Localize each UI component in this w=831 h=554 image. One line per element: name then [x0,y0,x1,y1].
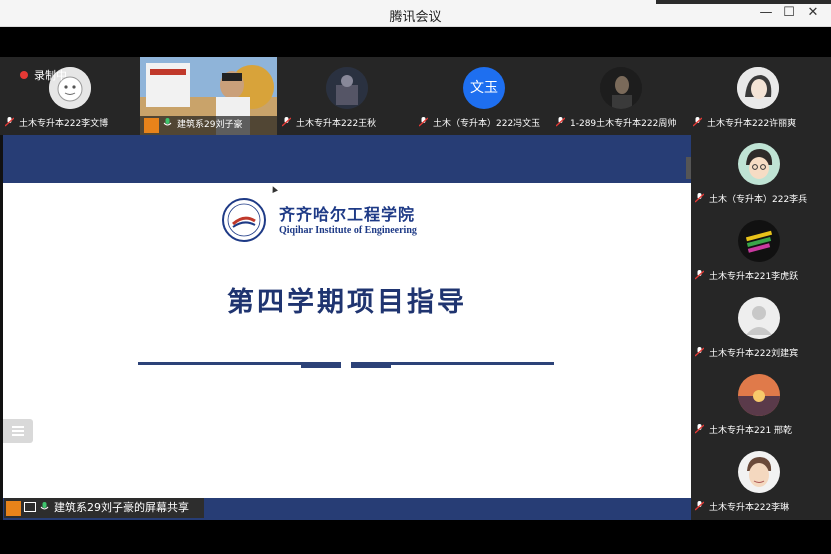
initials-avatar-icon: 文玉 [463,67,505,109]
participant-name: 土木专升本222许丽爽 [693,116,827,133]
participant-name: 土木专升本221 邢乾 [695,423,829,440]
slide-divider-block [301,362,341,368]
participant-name: 土木专升本222刘建宾 [695,346,829,363]
window-title: 腾讯会议 [389,10,442,25]
screen-share-icon [24,502,36,512]
participant-strip-right: 土木（专升本）222李兵 土木专升本221李虎跃 土木专升本222刘建宾 土木专… [691,135,831,520]
participant-name: 土木专升本222李琳 [695,500,829,517]
recording-label: 录制中 [34,69,67,82]
cartoon-boy-avatar-icon [738,143,780,185]
record-dot-icon [20,71,28,79]
mic-muted-icon [5,117,14,127]
mic-muted-icon [695,347,704,357]
participant-tile[interactable]: 土木专升本222刘建宾 [691,289,831,366]
bottom-control-band [0,520,831,554]
title-bar-edge [656,0,831,4]
participant-name: 土木（专升本）222李兵 [695,192,829,209]
school-logo-icon [222,198,266,242]
participant-name: 1-289土木专升本222周帅 [556,116,685,133]
participant-name: 土木专升本222王秋 [282,116,411,133]
toolbar-band [0,27,831,57]
participant-tile[interactable]: 土木（专升本）222李兵 [691,135,831,212]
mic-muted-icon [695,501,704,511]
participant-tile[interactable]: 土木专升本221 邢乾 [691,366,831,443]
dark-photo-avatar-icon [326,67,368,109]
mic-muted-icon [695,270,704,280]
cartoon-face-avatar-icon [738,451,780,493]
slide-header-bar [3,135,691,183]
slide-title: 第四学期项目指导 [227,287,467,318]
mic-muted-icon [556,117,565,127]
window-title-bar: 腾讯会议 — ☐ ✕ [0,0,831,27]
maximize-icon[interactable]: ☐ [781,6,797,20]
colorful-avatar-icon [738,220,780,262]
participant-tile[interactable]: 土木专升本222李琳 [691,443,831,520]
participant-tile[interactable]: 文玉 土木（专升本）222冯文玉 [415,57,552,135]
close-icon[interactable]: ✕ [805,6,821,20]
shared-screen[interactable]: 齐齐哈尔工程学院 Qiqihar Institute of Engineerin… [0,135,691,520]
screen-share-label[interactable]: 建筑系29刘子豪的屏幕共享 [4,498,204,518]
participant-name: 建筑系29刘子豪 [140,116,277,135]
participant-tile[interactable]: 土木专升本221李虎跃 [691,212,831,289]
slide-divider-block [351,362,391,368]
participant-name: 土木专升本222李文博 [5,116,134,133]
minimize-icon[interactable]: — [758,6,774,20]
participant-tile[interactable]: 土木专升本222许丽爽 [689,57,831,135]
mic-muted-icon [695,424,704,434]
mic-active-icon [163,118,172,126]
recording-indicator[interactable]: 录制中 [20,67,67,83]
slide-divider-line [391,362,554,365]
mic-active-icon [40,502,49,510]
mouse-cursor-icon [270,185,278,193]
dark-photo-avatar-icon [600,67,642,109]
mic-muted-icon [693,117,702,127]
mic-muted-icon [695,193,704,203]
menu-lines-icon [12,426,24,428]
school-name-english: Qiqihar Institute of Engineering [279,225,417,236]
participant-tile[interactable]: 1-289土木专升本222周帅 [552,57,689,135]
participant-strip-top: 录制中 土木专升本222李文博 建筑系29刘子豪 土木专升本222王秋 文玉 土 [0,57,831,135]
mic-muted-icon [419,117,428,127]
school-name-chinese: 齐齐哈尔工程学院 [279,205,416,224]
participant-name: 土木（专升本）222冯文玉 [419,116,548,133]
host-badge-icon [6,501,21,516]
host-badge-icon [144,118,159,133]
slide-divider-line [138,362,301,365]
participant-name: 土木专升本221李虎跃 [695,269,829,286]
mic-muted-icon [282,117,291,127]
default-user-avatar-icon [738,297,780,339]
participant-tile[interactable]: 土木专升本222王秋 [278,57,415,135]
participant-video-tile[interactable]: 建筑系29刘子豪 [140,57,277,135]
toolbar-toggle-button[interactable] [3,419,33,443]
cartoon-girl-avatar-icon [737,67,779,109]
sunset-avatar-icon [738,374,780,416]
